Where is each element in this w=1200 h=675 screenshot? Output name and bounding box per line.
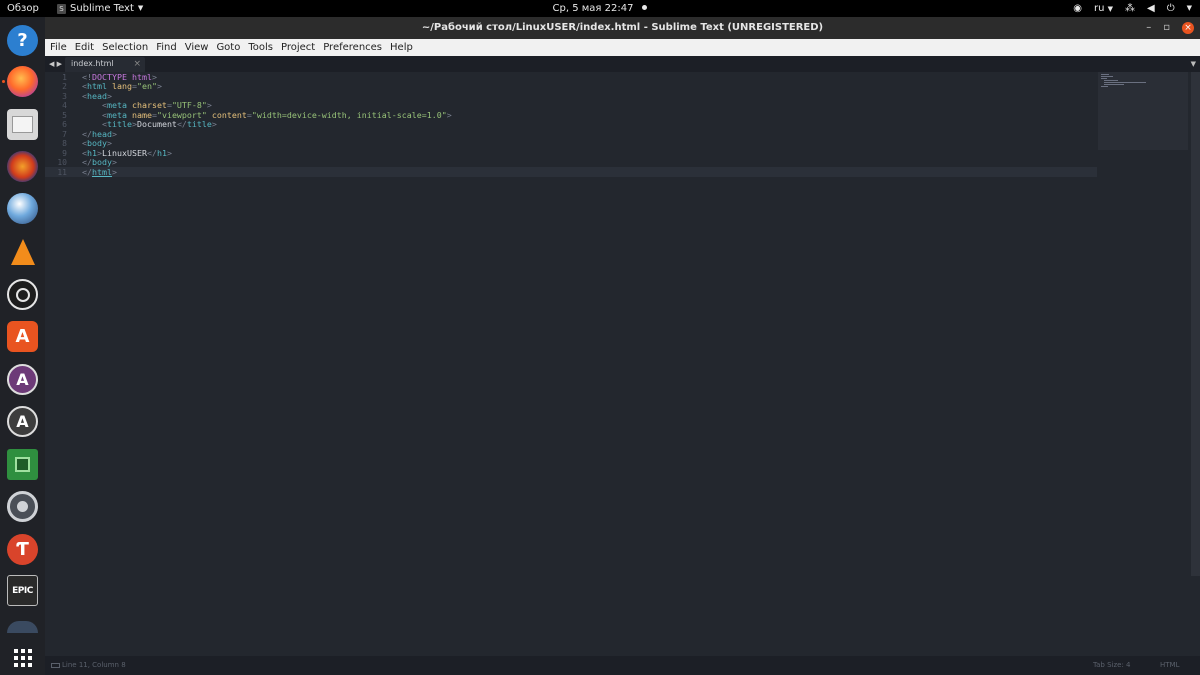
menu-edit[interactable]: Edit [75, 42, 94, 53]
current-line-highlight [45, 167, 1097, 177]
panel-toggle-icon[interactable] [51, 663, 60, 668]
minimap-line [1104, 80, 1118, 81]
tab-nav: ◀ ▶ [49, 56, 62, 72]
settings-icon[interactable] [7, 491, 38, 522]
cone-shape [10, 238, 35, 265]
audacity-icon[interactable] [7, 151, 38, 182]
line-number: 8 [62, 139, 67, 148]
menu-selection[interactable]: Selection [102, 42, 148, 53]
grid-icon [13, 648, 32, 667]
minimap-line [1101, 74, 1109, 75]
minimap-line [1101, 86, 1108, 87]
line-number: 6 [62, 120, 67, 129]
tab-next-icon[interactable]: ▶ [57, 60, 62, 68]
vertical-scrollbar[interactable] [1191, 72, 1200, 576]
line-number: 9 [62, 148, 67, 158]
tab-close-icon[interactable]: × [133, 57, 141, 71]
running-indicator [2, 80, 5, 83]
notification-dot-icon [642, 5, 648, 10]
files-icon[interactable] [7, 109, 38, 140]
obs-icon[interactable] [7, 279, 38, 310]
app-store-icon[interactable]: A [7, 364, 38, 395]
firefox-icon[interactable] [7, 66, 38, 97]
line-number: 5 [62, 110, 67, 120]
keyboard-layout[interactable]: ru ▼ [1094, 0, 1113, 18]
clock[interactable]: Ср, 5 мая 22:47 [0, 0, 1200, 17]
volume-icon[interactable]: ◀ [1147, 0, 1155, 17]
line-number-gutter: 1 2 3 4 5 6 7 8 9 10 11 [45, 72, 75, 656]
epic-games-label: EPIC [12, 585, 33, 596]
menu-goto[interactable]: Goto [216, 42, 240, 53]
chevron-down-icon[interactable]: ▼ [1187, 0, 1192, 17]
tab-bar: ◀ ▶ index.html × ▼ [45, 56, 1200, 72]
top-bar: Обзор S Sublime Text ▼ Ср, 5 мая 22:47 ◉… [0, 0, 1200, 17]
system-monitor-icon[interactable] [7, 449, 38, 480]
status-bar: Line 11, Column 8 Tab Size: 4 HTML [45, 656, 1200, 675]
menu-preferences[interactable]: Preferences [323, 42, 382, 53]
menu-project[interactable]: Project [281, 42, 315, 53]
menu-help[interactable]: Help [390, 42, 413, 53]
software-center-icon[interactable]: A [7, 321, 38, 352]
help-icon[interactable]: ? [7, 25, 38, 56]
app-installer-icon[interactable]: A [7, 406, 38, 437]
chip-shape [15, 457, 30, 472]
tab-index-html[interactable]: index.html × [65, 57, 145, 72]
system-tray: ◉ ru ▼ ⁂ ◀ ⏻ ▼ [1073, 0, 1192, 17]
steam-icon[interactable] [7, 621, 38, 633]
menu-file[interactable]: File [50, 42, 67, 53]
minimize-button[interactable]: – [1146, 17, 1151, 39]
line-number: 1 [62, 72, 67, 82]
tab-prev-icon[interactable]: ◀ [49, 60, 54, 68]
menu-view[interactable]: View [185, 42, 209, 53]
tab-dropdown-icon[interactable]: ▼ [1191, 56, 1196, 72]
minimap-line [1101, 76, 1113, 77]
minimap-line [1101, 78, 1107, 79]
window-title: ~/Рабочий стол/LinuxUSER/index.html - Su… [421, 22, 824, 33]
close-button[interactable]: × [1182, 22, 1194, 34]
vlc-icon[interactable] [7, 236, 38, 267]
line-number: 2 [62, 82, 67, 91]
chevron-down-icon: ▼ [1107, 4, 1113, 13]
syntax-selector[interactable]: HTML [1160, 656, 1179, 675]
show-apps-icon[interactable] [7, 642, 38, 673]
gear-shape [17, 501, 28, 512]
menu-tools[interactable]: Tools [248, 42, 273, 53]
tab-size-selector[interactable]: Tab Size: 4 [1093, 656, 1130, 675]
minimap-line [1104, 82, 1146, 83]
restore-button[interactable]: ▫ [1163, 17, 1170, 39]
epic-games-icon[interactable]: EPIC [7, 575, 38, 606]
line-number: 11 [57, 167, 67, 177]
minimap[interactable] [1098, 72, 1188, 150]
tab-label: index.html [71, 59, 114, 68]
obs-ring-shape [15, 287, 30, 302]
obs-studio-icon[interactable] [7, 193, 38, 224]
cursor-position: Line 11, Column 8 [62, 661, 126, 669]
menu-find[interactable]: Find [156, 42, 177, 53]
window-controls: – ▫ × [1146, 17, 1194, 39]
line-number: 7 [62, 129, 67, 139]
app-icon[interactable]: Ƭ [7, 534, 38, 565]
line-number: 3 [62, 91, 67, 101]
power-icon[interactable]: ⏻ [1167, 0, 1175, 17]
folder-shape [12, 116, 33, 133]
network-icon[interactable]: ⁂ [1125, 0, 1135, 17]
steam-tray-icon[interactable]: ◉ [1073, 0, 1082, 17]
line-number: 4 [62, 101, 67, 110]
clock-label: Ср, 5 мая 22:47 [552, 3, 634, 14]
menu-bar: File Edit Selection Find View Goto Tools… [45, 39, 1200, 56]
minimap-line [1104, 84, 1124, 85]
window-titlebar[interactable]: ~/Рабочий стол/LinuxUSER/index.html - Su… [45, 17, 1200, 39]
code-line: </html> [82, 166, 117, 177]
editor[interactable]: 1 2 3 4 5 6 7 8 9 10 11 <!DOCTYPE html> … [45, 72, 1200, 656]
line-number: 10 [57, 158, 67, 167]
keyboard-layout-label: ru [1093, 2, 1105, 14]
dock: ? A A A Ƭ EPIC [0, 17, 45, 675]
